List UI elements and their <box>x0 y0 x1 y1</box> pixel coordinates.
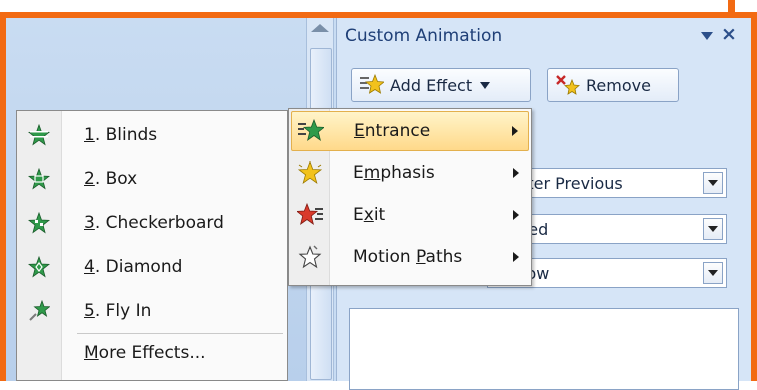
list-item-label: 1. Blinds <box>84 125 158 145</box>
exit-star-icon <box>297 202 323 228</box>
entrance-item-diamond[interactable]: 4. Diamond <box>17 245 287 289</box>
entrance-star-icon <box>298 118 324 144</box>
list-item-label: 4. Diamond <box>84 257 183 277</box>
menu-item-label: Entrance <box>354 121 431 141</box>
property-dropdown-icon[interactable] <box>703 218 723 240</box>
pane-title: Custom Animation <box>345 26 503 46</box>
menu-item-label: Motion Paths <box>353 247 463 267</box>
blinds-star-icon <box>27 123 51 147</box>
list-item-label: 5. Fly In <box>84 301 152 321</box>
add-effect-dropdown-icon <box>480 81 491 89</box>
submenu-arrow-icon <box>513 252 519 262</box>
entrance-item-checkerboard[interactable]: 3. Checkerboard <box>17 201 287 245</box>
menu-item-entrance[interactable]: Entrance <box>291 111 529 151</box>
entrance-item-fly-in[interactable]: 5. Fly In <box>17 289 287 333</box>
menu-separator <box>77 333 283 334</box>
add-effect-menu: Entrance Emphasis Exit Motion Paths <box>288 108 532 286</box>
entrance-item-box[interactable]: 2. Box <box>17 157 287 201</box>
start-value: fter Previous <box>522 173 623 193</box>
menu-item-label: Exit <box>353 205 386 225</box>
remove-label: Remove <box>586 75 651 95</box>
remove-button[interactable]: Remove <box>547 68 679 102</box>
add-effect-button[interactable]: Add Effect <box>351 68 531 102</box>
submenu-arrow-icon <box>513 210 519 220</box>
list-item-label: 2. Box <box>84 169 138 189</box>
remove-effect-icon <box>556 73 580 97</box>
pane-close-icon[interactable]: × <box>721 23 737 45</box>
box-star-icon <box>27 167 51 191</box>
more-effects-item[interactable]: More Effects... <box>84 343 206 363</box>
menu-item-emphasis[interactable]: Emphasis <box>291 153 529 193</box>
menu-item-motion-paths[interactable]: Motion Paths <box>291 237 529 277</box>
submenu-arrow-icon <box>512 126 518 136</box>
add-effect-label: Add Effect <box>390 75 473 95</box>
add-effect-star-icon <box>360 73 384 97</box>
submenu-arrow-icon <box>513 168 519 178</box>
motion-path-star-icon <box>297 244 323 270</box>
emphasis-star-icon <box>297 160 323 186</box>
animation-list[interactable] <box>349 308 739 390</box>
diamond-star-icon <box>27 255 51 279</box>
menu-item-exit[interactable]: Exit <box>291 195 529 235</box>
scroll-up-arrow-icon[interactable] <box>311 24 329 32</box>
pane-options-chevron-icon[interactable] <box>701 32 713 40</box>
entrance-submenu: 1. Blinds 2. Box 3. Checkerboard 4. Diam… <box>16 110 288 381</box>
fly-in-star-icon <box>27 299 51 323</box>
checkerboard-star-icon <box>27 211 51 235</box>
start-dropdown-icon[interactable] <box>703 172 723 194</box>
entrance-item-blinds[interactable]: 1. Blinds <box>17 113 287 157</box>
menu-item-label: Emphasis <box>353 163 435 183</box>
speed-dropdown-icon[interactable] <box>703 262 723 284</box>
list-item-label: 3. Checkerboard <box>84 213 224 233</box>
